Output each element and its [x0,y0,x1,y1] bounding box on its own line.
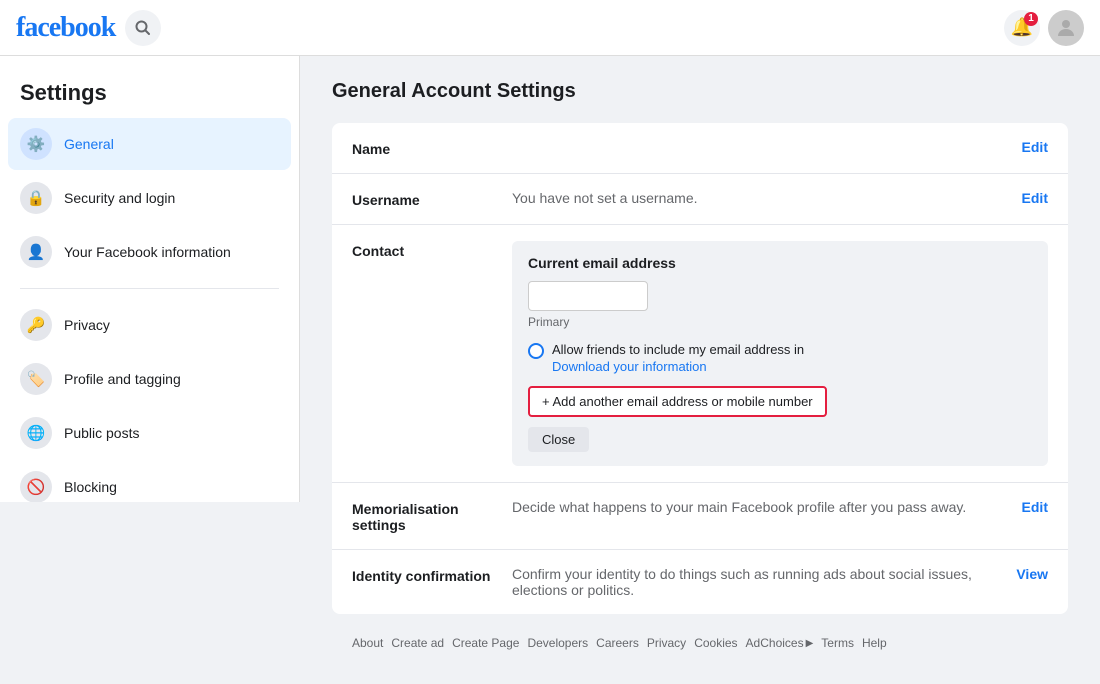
sidebar: Settings ⚙️ General 🔒 Security and login… [0,56,300,502]
close-btn-container: Close [528,427,1032,452]
allow-checkbox[interactable] [528,343,544,359]
footer-create-ad[interactable]: Create ad [391,636,444,650]
sidebar-item-profile-tagging[interactable]: 🏷️ Profile and tagging [8,353,291,405]
footer-developers[interactable]: Developers [527,636,588,650]
username-label: Username [352,190,512,208]
sidebar-item-security[interactable]: 🔒 Security and login [8,172,291,224]
main-content: General Account Settings Name Edit Usern… [300,56,1100,684]
sidebar-item-label-privacy: Privacy [64,317,110,333]
username-row: Username You have not set a username. Ed… [332,174,1068,225]
memorialisation-row: Memorialisation settings Decide what hap… [332,483,1068,550]
checkbox-text: Allow friends to include my email addres… [552,342,804,357]
contact-content: Current email address Primary Allow frie… [512,241,1048,466]
add-email-button[interactable]: + Add another email address or mobile nu… [528,386,827,417]
topnav-right: 🔔 1 [1004,10,1084,46]
blocking-icon: 🚫 [20,471,52,502]
contact-row: Contact Current email address Primary Al… [332,225,1068,483]
footer-privacy[interactable]: Privacy [647,636,686,650]
search-icon [135,20,151,36]
general-icon: ⚙️ [20,128,52,160]
username-value: You have not set a username. [512,190,1006,206]
topnav-left: facebook [16,10,161,46]
username-edit-link[interactable]: Edit [1022,190,1048,206]
sidebar-item-label-security: Security and login [64,190,175,206]
adchoices-icon: ▶ [806,638,814,649]
contact-label: Contact [352,241,512,259]
current-email-label: Current email address [528,255,1032,271]
memorialisation-label: Memorialisation settings [352,499,512,533]
footer-create-page[interactable]: Create Page [452,636,519,650]
identity-action: View [1016,566,1048,582]
facebook-info-icon: 👤 [20,236,52,268]
name-action: Edit [1022,139,1048,155]
sidebar-item-label-general: General [64,136,114,152]
notification-badge: 1 [1024,12,1038,26]
username-action: Edit [1022,190,1048,206]
public-posts-icon: 🌐 [20,417,52,449]
footer-cookies[interactable]: Cookies [694,636,737,650]
sidebar-item-facebook-info[interactable]: 👤 Your Facebook information [8,226,291,278]
sidebar-divider [20,288,279,289]
checkbox-inner [532,347,540,355]
add-email-container: + Add another email address or mobile nu… [528,386,1032,427]
footer-adchoices[interactable]: AdChoices ▶ [746,636,814,650]
footer-help[interactable]: Help [862,636,887,650]
identity-row: Identity confirmation Confirm your ident… [332,550,1068,614]
sidebar-item-privacy[interactable]: 🔑 Privacy [8,299,291,351]
email-input[interactable] [528,281,648,311]
primary-label: Primary [528,315,1032,329]
sidebar-item-public-posts[interactable]: 🌐 Public posts [8,407,291,459]
page-footer: About Create ad Create Page Developers C… [332,616,1068,660]
sidebar-item-label-blocking: Blocking [64,479,117,495]
checkbox-row: Allow friends to include my email addres… [528,341,1032,374]
close-button[interactable]: Close [528,427,589,452]
avatar[interactable] [1048,10,1084,46]
footer-about[interactable]: About [352,636,383,650]
name-row: Name Edit [332,123,1068,174]
page-layout: Settings ⚙️ General 🔒 Security and login… [0,56,1100,684]
download-link[interactable]: Download your information [552,359,804,374]
sidebar-item-label-public-posts: Public posts [64,425,139,441]
profile-tagging-icon: 🏷️ [20,363,52,395]
name-label: Name [352,139,512,157]
name-edit-link[interactable]: Edit [1022,139,1048,155]
facebook-logo: facebook [16,12,115,44]
sidebar-item-general[interactable]: ⚙️ General [8,118,291,170]
top-navigation: facebook 🔔 1 [0,0,1100,56]
footer-links: About Create ad Create Page Developers C… [352,636,1048,650]
sidebar-item-label-profile-tagging: Profile and tagging [64,371,181,387]
contact-section: Current email address Primary Allow frie… [512,241,1048,466]
footer-careers[interactable]: Careers [596,636,639,650]
sidebar-navigation: ⚙️ General 🔒 Security and login 👤 Your F… [8,118,291,502]
page-title: General Account Settings [332,80,1068,103]
notifications-button[interactable]: 🔔 1 [1004,10,1040,46]
security-icon: 🔒 [20,182,52,214]
identity-view-link[interactable]: View [1016,566,1048,582]
settings-section: Name Edit Username You have not set a us… [332,123,1068,614]
checkbox-text-container: Allow friends to include my email addres… [552,341,804,374]
identity-label: Identity confirmation [352,566,512,584]
search-button[interactable] [125,10,161,46]
footer-terms[interactable]: Terms [821,636,854,650]
identity-value: Confirm your identity to do things such … [512,566,1000,598]
sidebar-item-blocking[interactable]: 🚫 Blocking [8,461,291,502]
privacy-icon: 🔑 [20,309,52,341]
sidebar-title: Settings [8,72,291,118]
sidebar-item-label-facebook-info: Your Facebook information [64,244,231,260]
